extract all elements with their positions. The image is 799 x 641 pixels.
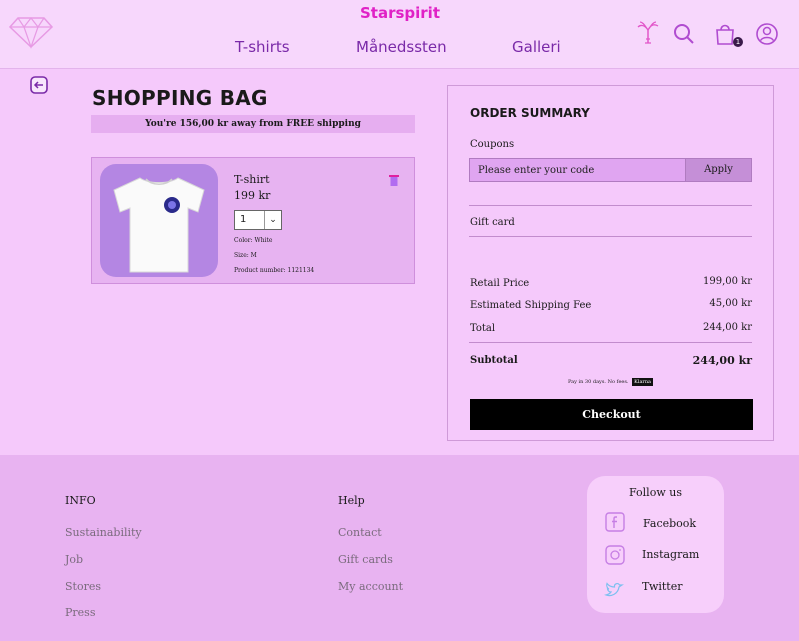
subtotal-label: Subtotal — [470, 355, 518, 366]
order-summary-title: ORDER SUMMARY — [470, 106, 590, 120]
coupons-label: Coupons — [470, 139, 515, 150]
total-value: 244,00 kr — [702, 322, 752, 333]
palm-tree-icon[interactable] — [636, 20, 660, 44]
footer-link-job[interactable]: Job — [65, 553, 83, 566]
product-color: Color: White — [234, 237, 273, 244]
footer-help-title: Help — [338, 494, 365, 507]
divider — [469, 236, 752, 237]
nav-manedssten[interactable]: Månedssten — [356, 38, 447, 56]
chevron-down-icon: ⌄ — [264, 211, 281, 229]
diamond-logo-icon[interactable] — [8, 14, 54, 50]
page-title: SHOPPING BAG — [92, 86, 268, 110]
gift-card-toggle[interactable]: Gift card — [470, 217, 515, 228]
quantity-select[interactable]: 1 ⌄ — [234, 210, 282, 230]
shipping-fee-label: Estimated Shipping Fee — [470, 300, 592, 311]
product-size: Size: M — [234, 252, 257, 259]
footer-link-sustainability[interactable]: Sustainability — [65, 526, 142, 539]
nav-tshirts[interactable]: T-shirts — [235, 38, 290, 56]
twitter-link[interactable]: Twitter — [642, 580, 683, 593]
back-arrow-icon[interactable] — [30, 76, 48, 94]
search-icon[interactable] — [672, 22, 696, 46]
free-shipping-banner: You're 156,00 kr away from FREE shipping — [91, 115, 415, 133]
product-image[interactable] — [100, 164, 218, 277]
facebook-link[interactable]: Facebook — [643, 517, 696, 530]
tshirt-image-icon — [113, 177, 205, 273]
product-price: 199 kr — [234, 189, 271, 202]
footer-info-title: INFO — [65, 494, 96, 507]
follow-us-title: Follow us — [629, 486, 682, 499]
footer-link-my-account[interactable]: My account — [338, 580, 403, 593]
retail-price-value: 199,00 kr — [702, 276, 752, 287]
brand-name[interactable]: Starspirit — [330, 4, 470, 22]
facebook-icon[interactable] — [605, 512, 625, 532]
twitter-icon[interactable] — [604, 580, 624, 600]
cart-count-badge: 1 — [733, 37, 743, 47]
account-icon[interactable] — [755, 22, 779, 46]
nav-galleri[interactable]: Galleri — [512, 38, 561, 56]
coupon-input[interactable] — [469, 158, 686, 182]
divider — [469, 342, 752, 343]
instagram-link[interactable]: Instagram — [642, 548, 699, 561]
checkout-button[interactable]: Checkout — [470, 399, 753, 430]
shipping-fee-value: 45,00 kr — [709, 298, 752, 309]
total-label: Total — [470, 323, 496, 334]
apply-button[interactable]: Apply — [685, 158, 752, 182]
instagram-icon[interactable] — [605, 545, 625, 565]
product-name[interactable]: T-shirt — [234, 173, 270, 186]
klarna-badge: Klarna — [632, 378, 654, 386]
trash-icon[interactable] — [389, 174, 399, 186]
retail-price-label: Retail Price — [470, 278, 530, 289]
divider — [469, 205, 752, 206]
footer-link-press[interactable]: Press — [65, 606, 95, 619]
quantity-value: 1 — [240, 214, 247, 225]
pay-later-note: Pay in 30 days. No fees. Klarna — [469, 378, 752, 386]
product-number: Product number: 1121134 — [234, 267, 315, 274]
footer-link-gift-cards[interactable]: Gift cards — [338, 553, 393, 566]
pay-later-text: Pay in 30 days. No fees. — [567, 379, 629, 385]
footer-link-stores[interactable]: Stores — [65, 580, 101, 593]
subtotal-value: 244,00 kr — [692, 354, 752, 367]
footer-link-contact[interactable]: Contact — [338, 526, 382, 539]
